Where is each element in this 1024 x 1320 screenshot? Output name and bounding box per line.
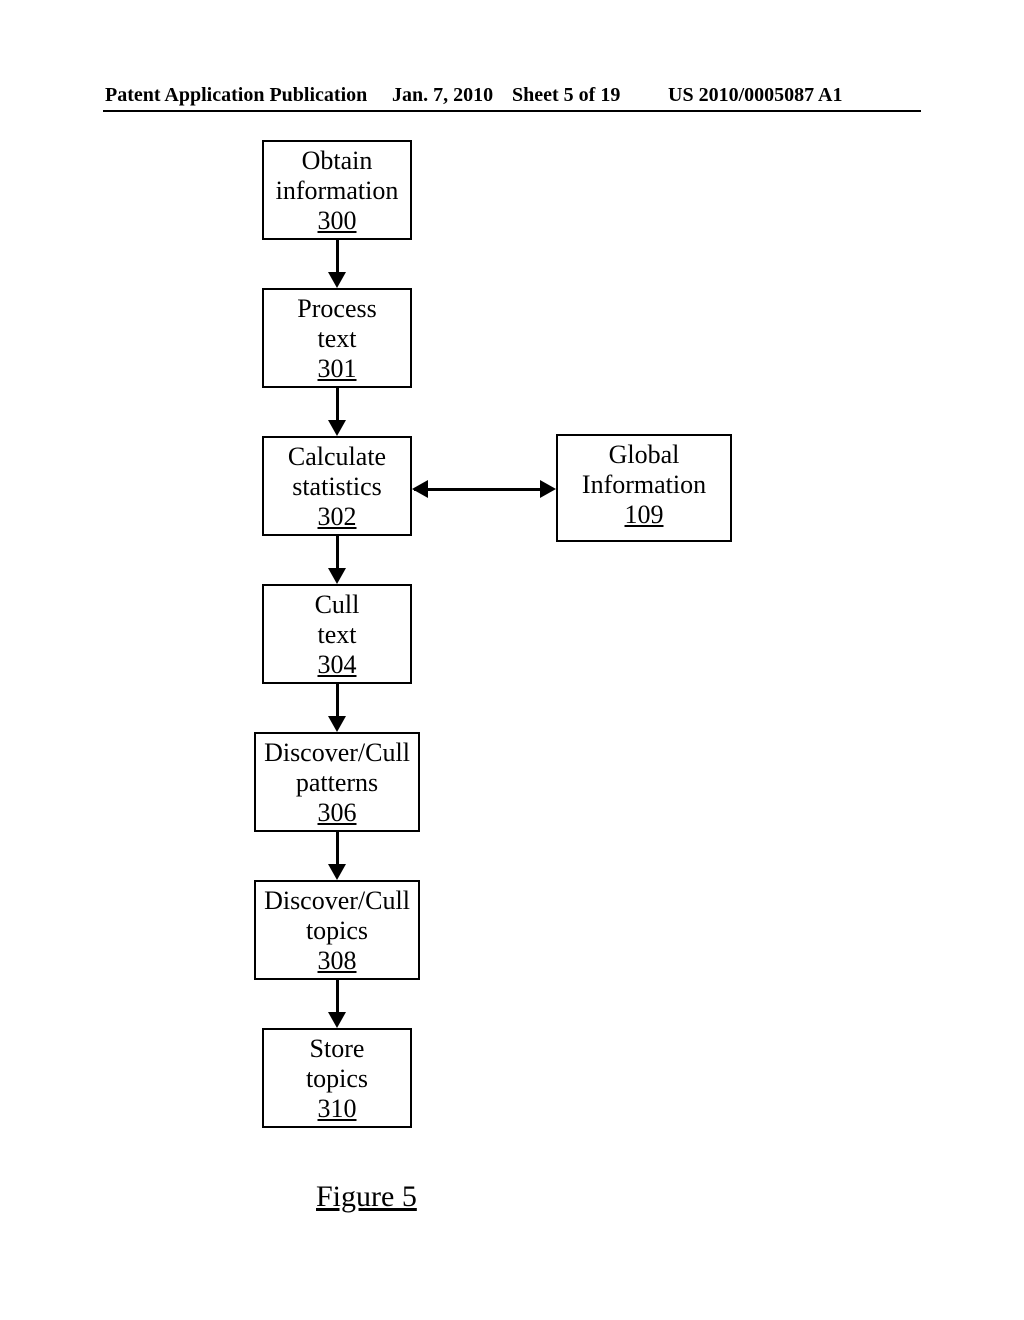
- figure-caption: Figure 5: [316, 1180, 417, 1214]
- arrowhead-301-302: [328, 420, 346, 436]
- flow-box-ref: 301: [318, 354, 357, 383]
- flow-box-line2: Information: [582, 470, 706, 499]
- flow-box-line1: Discover/Cull: [264, 886, 410, 915]
- flow-box-line1: Obtain: [302, 146, 373, 175]
- flow-box-line2: patterns: [296, 768, 378, 797]
- flow-box-ref: 308: [318, 946, 357, 975]
- flow-box-line1: Process: [297, 294, 376, 323]
- header-sheet: Sheet 5 of 19: [512, 84, 620, 107]
- flow-box-line1: Store: [310, 1034, 365, 1063]
- flow-box-ref: 310: [318, 1094, 357, 1123]
- flow-box-store-topics: Store topics 310: [262, 1028, 412, 1128]
- flow-box-process-text: Process text 301: [262, 288, 412, 388]
- arrowhead-109-to-302: [412, 480, 428, 498]
- flow-box-discover-cull-patterns: Discover/Cull patterns 306: [254, 732, 420, 832]
- header-date: Jan. 7, 2010: [392, 84, 493, 107]
- flow-box-calculate-statistics: Calculate statistics 302: [262, 436, 412, 536]
- flow-box-line2: text: [318, 620, 357, 649]
- flow-box-line1: Discover/Cull: [264, 738, 410, 767]
- flow-box-line1: Cull: [315, 590, 360, 619]
- flow-box-ref: 306: [318, 798, 357, 827]
- flow-box-cull-text: Cull text 304: [262, 584, 412, 684]
- arrowhead-300-301: [328, 272, 346, 288]
- arrow-300-301: [336, 240, 339, 276]
- flow-box-ref: 304: [318, 650, 357, 679]
- flow-box-line1: Calculate: [288, 442, 386, 471]
- flow-box-ref: 302: [318, 502, 357, 531]
- arrowhead-308-310: [328, 1012, 346, 1028]
- flow-box-line2: topics: [306, 916, 368, 945]
- arrow-302-109: [414, 488, 544, 491]
- flow-box-line2: statistics: [292, 472, 382, 501]
- header-pub-number: US 2010/0005087 A1: [668, 84, 842, 107]
- header-rule: [103, 110, 921, 112]
- arrow-306-308: [336, 832, 339, 868]
- flow-box-line2: text: [318, 324, 357, 353]
- flow-box-ref: 109: [625, 500, 664, 529]
- flow-box-global-information: Global Information 109: [556, 434, 732, 542]
- arrow-302-304: [336, 536, 339, 572]
- header-pub-label: Patent Application Publication: [105, 84, 367, 107]
- arrow-308-310: [336, 980, 339, 1016]
- flow-box-line2: topics: [306, 1064, 368, 1093]
- flow-box-line2: information: [276, 176, 399, 205]
- arrow-301-302: [336, 388, 339, 424]
- arrowhead-302-304: [328, 568, 346, 584]
- flow-box-line1: Global: [609, 440, 680, 469]
- arrowhead-302-to-109: [540, 480, 556, 498]
- flow-box-discover-cull-topics: Discover/Cull topics 308: [254, 880, 420, 980]
- arrowhead-304-306: [328, 716, 346, 732]
- arrow-304-306: [336, 684, 339, 720]
- arrowhead-306-308: [328, 864, 346, 880]
- flow-box-obtain-information: Obtain information 300: [262, 140, 412, 240]
- flow-box-ref: 300: [318, 206, 357, 235]
